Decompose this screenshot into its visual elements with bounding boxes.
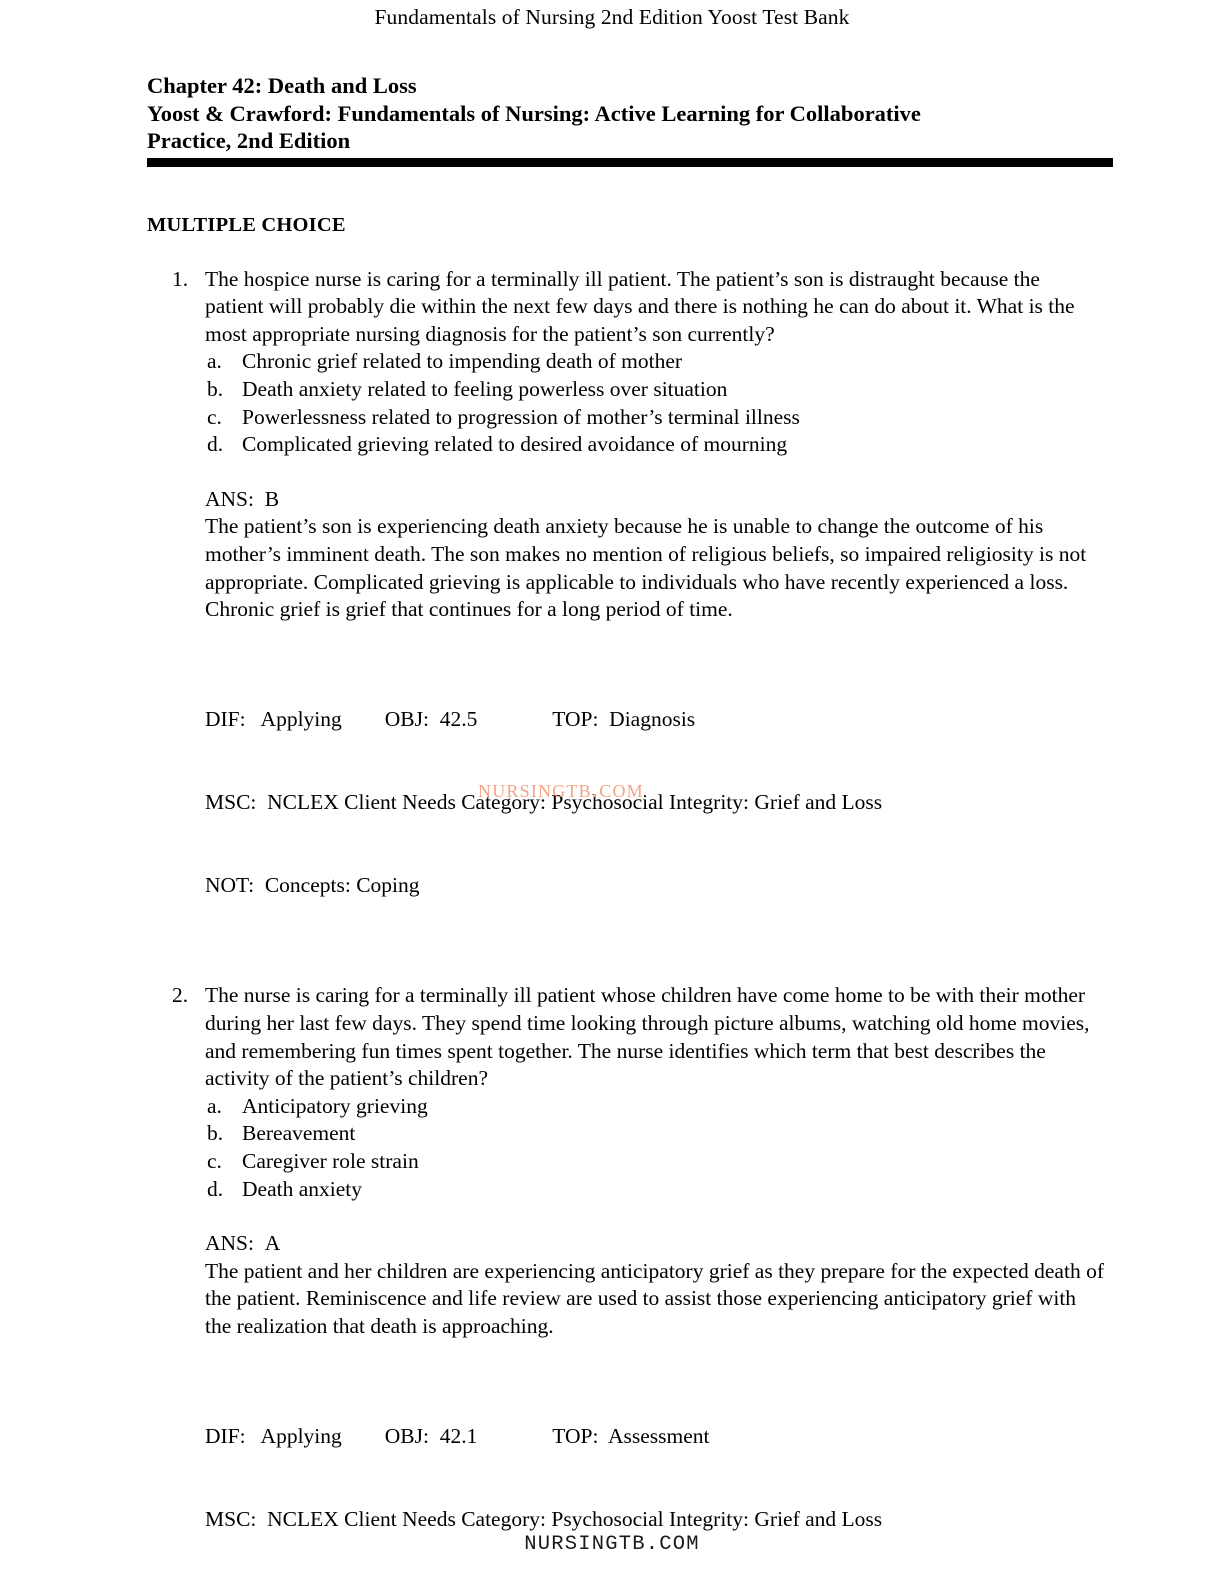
answer-line: ANS: B xyxy=(205,486,1105,514)
option-row[interactable]: b. Death anxiety related to feeling powe… xyxy=(207,376,1107,404)
option-letter: a. xyxy=(207,349,222,374)
answer-label: ANS: xyxy=(205,486,254,511)
rationale-text: The patient and her children are experie… xyxy=(205,1258,1104,1338)
title-block: Chapter 42: Death and Loss Yoost & Crawf… xyxy=(147,72,1115,155)
option-row[interactable]: d. Complicated grieving related to desir… xyxy=(207,431,1107,459)
book-title-line: Yoost & Crawford: Fundamentals of Nursin… xyxy=(147,100,921,126)
section-heading-multiple-choice: MULTIPLE CHOICE xyxy=(147,214,346,236)
question-block: 1. The hospice nurse is caring for a ter… xyxy=(0,266,1224,955)
metadata-dif-obj-top: DIF: Applying OBJ: 42.1 TOP: Assessment xyxy=(205,1424,710,1449)
option-text: Caregiver role strain xyxy=(242,1148,419,1173)
metadata-dif-obj-top: DIF: Applying OBJ: 42.5 TOP: Diagnosis xyxy=(205,707,696,732)
option-text: Death anxiety related to feeling powerle… xyxy=(242,376,728,401)
running-header: Fundamentals of Nursing 2nd Edition Yoos… xyxy=(374,5,850,29)
option-row[interactable]: a. Anticipatory grieving xyxy=(207,1093,1107,1121)
option-row[interactable]: d. Death anxiety xyxy=(207,1176,1107,1204)
question-number: 1. xyxy=(172,266,189,291)
header-divider-rule xyxy=(147,158,1113,167)
option-letter: d. xyxy=(207,432,224,457)
question-stem: The nurse is caring for a terminally ill… xyxy=(205,983,1090,1091)
metadata-block: DIF: Applying OBJ: 42.5 TOP: Diagnosis M… xyxy=(205,651,1125,955)
answer-value: A xyxy=(264,1231,281,1256)
option-letter: a. xyxy=(207,1093,222,1118)
option-text: Powerlessness related to progression of … xyxy=(242,404,800,429)
option-row[interactable]: c. Caregiver role strain xyxy=(207,1148,1107,1176)
question-block: 2. The nurse is caring for a terminally … xyxy=(0,982,1224,1584)
option-row[interactable]: b. Bereavement xyxy=(207,1120,1107,1148)
rationale-text: The patient’s son is experiencing death … xyxy=(205,514,1087,622)
option-row[interactable]: a. Chronic grief related to impending de… xyxy=(207,348,1107,376)
option-text: Death anxiety xyxy=(242,1176,362,1201)
page-footer: NURSINGTB.COM xyxy=(524,1533,700,1556)
question-stem-row: 1. The hospice nurse is caring for a ter… xyxy=(172,266,1102,349)
edition-line: Practice, 2nd Edition xyxy=(147,128,351,153)
answer-label: ANS: xyxy=(205,1231,254,1256)
answer-line: ANS: A xyxy=(205,1230,1105,1258)
option-letter: b. xyxy=(207,1121,224,1146)
chapter-title-line: Chapter 42: Death and Loss xyxy=(147,73,417,98)
option-text: Bereavement xyxy=(242,1121,356,1146)
answer-value: B xyxy=(264,486,280,511)
option-letter: d. xyxy=(207,1176,224,1201)
question-stem: The hospice nurse is caring for a termin… xyxy=(205,266,1075,346)
metadata-msc: MSC: NCLEX Client Needs Category: Psycho… xyxy=(205,790,883,815)
metadata-not: NOT: Concepts: Coping xyxy=(205,872,420,897)
metadata-msc: MSC: NCLEX Client Needs Category: Psycho… xyxy=(205,1506,883,1531)
question-number: 2. xyxy=(172,983,189,1008)
document-page: Fundamentals of Nursing 2nd Edition Yoos… xyxy=(0,0,1224,1584)
option-text: Complicated grieving related to desired … xyxy=(242,432,788,457)
option-text: Anticipatory grieving xyxy=(242,1093,428,1118)
option-letter: b. xyxy=(207,376,224,401)
option-row[interactable]: c. Powerlessness related to progression … xyxy=(207,404,1107,432)
question-stem-row: 2. The nurse is caring for a terminally … xyxy=(172,982,1102,1092)
answer-block: ANS: A The patient and her children are … xyxy=(205,1230,1105,1340)
document-body: MULTIPLE CHOICE 1. The hospice nurse is … xyxy=(0,212,1224,1584)
option-letter: c. xyxy=(207,1148,222,1173)
option-letter: c. xyxy=(207,404,222,429)
option-text: Chronic grief related to impending death… xyxy=(242,349,683,374)
answer-block: ANS: B The patient’s son is experiencing… xyxy=(205,486,1105,624)
